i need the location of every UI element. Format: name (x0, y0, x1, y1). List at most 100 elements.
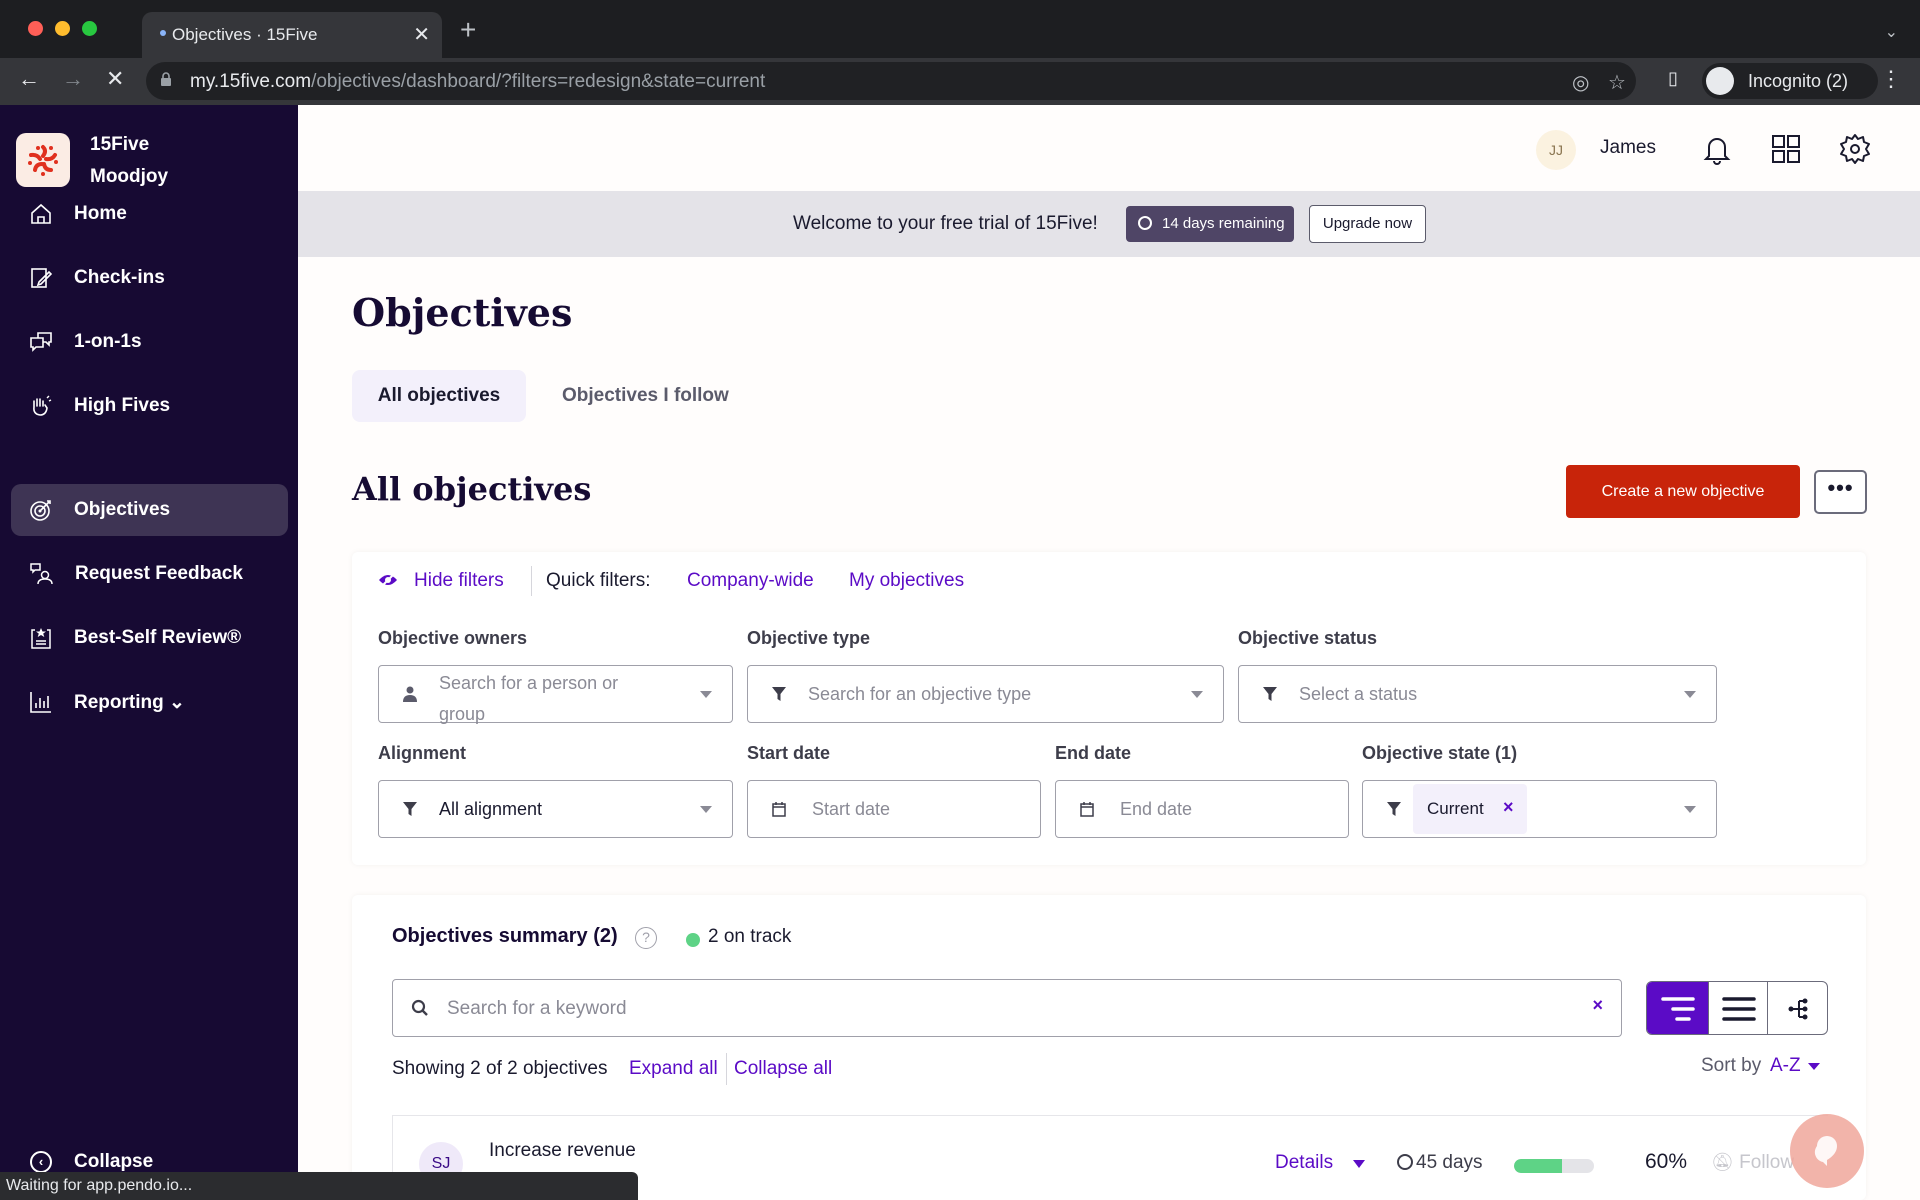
sidebar-item-check-ins[interactable]: Check-ins (11, 252, 288, 304)
end-date-placeholder: End date (1120, 799, 1193, 819)
upgrade-now-button[interactable]: Upgrade now (1309, 205, 1426, 243)
search-icon (411, 999, 428, 1016)
bell-off-icon: 🔕︎ (1711, 1152, 1734, 1172)
incognito-profile-button[interactable]: Incognito (2) (1702, 63, 1878, 99)
trial-days-badge: 14 days remaining (1126, 206, 1294, 242)
progress-percent: 60% (1645, 1150, 1688, 1173)
back-icon[interactable]: ← (18, 66, 40, 92)
clear-search-icon[interactable]: × (1592, 995, 1603, 1016)
on-track-count: 2 on track (708, 926, 792, 947)
state-label: Objective state (1) (1362, 743, 1518, 763)
pendo-help-bubble[interactable] (1790, 1114, 1864, 1188)
owners-placeholder: Search for a person or group (439, 673, 619, 724)
sidebar-item-high-fives[interactable]: High Fives (11, 380, 288, 432)
create-objective-button[interactable]: Create a new objective (1566, 465, 1800, 518)
sidebar-item-request-feedback[interactable]: Request Feedback (11, 548, 288, 600)
list-icon (1722, 997, 1756, 1021)
end-date-input[interactable]: End date (1055, 780, 1349, 838)
sidebar-item-label: 1-on-1s (74, 331, 142, 352)
more-options-button[interactable]: ••• (1814, 470, 1867, 514)
user-avatar[interactable]: JJ (1536, 130, 1576, 170)
stop-loading-icon[interactable]: ✕ (106, 66, 124, 92)
chat-bubbles-icon (30, 332, 52, 352)
forward-icon[interactable]: → (62, 66, 84, 92)
summary-title: Objectives summary (2) (392, 925, 618, 947)
person-icon (403, 686, 417, 702)
indented-list-icon (1661, 997, 1695, 1021)
caret-down-icon[interactable] (1353, 1160, 1365, 1168)
eye-off-icon[interactable]: ◎ (1572, 70, 1589, 95)
sidebar-item-objectives[interactable]: Objectives (11, 484, 288, 536)
minimize-window-button[interactable] (55, 21, 70, 36)
tab-close-icon[interactable]: ✕ (413, 22, 430, 47)
sidebar-item-label: Check-ins (74, 267, 165, 288)
owners-select[interactable]: Search for a person or group (378, 665, 733, 724)
alignment-value: All alignment (439, 799, 543, 819)
objective-type-select[interactable]: Search for an objective type (747, 665, 1224, 723)
clock-icon (1138, 216, 1152, 230)
browser-menu-icon[interactable]: ⋮ (1880, 66, 1902, 92)
tab-objectives-i-follow[interactable]: Objectives I follow (562, 370, 729, 422)
help-chat-icon (1814, 1136, 1837, 1166)
new-tab-button[interactable]: + (460, 16, 476, 44)
collapse-all-link[interactable]: Collapse all (734, 1058, 832, 1080)
tab-title: Objectives · 15Five (172, 25, 318, 44)
sidebar-item-reporting[interactable]: Reporting ⌄ (11, 676, 288, 728)
close-window-button[interactable] (28, 21, 43, 36)
user-name[interactable]: James (1600, 137, 1656, 159)
bell-icon[interactable] (1697, 129, 1737, 169)
objectives-summary-panel: Objectives summary (2) ? 2 on track Sear… (352, 895, 1866, 1200)
quick-filter-my-objectives[interactable]: My objectives (849, 570, 964, 592)
nested-list-view-button[interactable] (1647, 982, 1708, 1034)
bookmark-star-icon[interactable]: ☆ (1608, 70, 1626, 95)
progress-bar (1514, 1159, 1594, 1173)
apps-grid-icon[interactable] (1766, 129, 1806, 169)
side-panel-icon[interactable]: ▯ (1668, 68, 1678, 89)
sidebar-item-label: Reporting ⌄ (74, 692, 185, 713)
sidebar-item-best-self-review[interactable]: Best-Self Review® (11, 612, 288, 664)
browser-tab[interactable]: Objectives · 15Five ✕ (142, 12, 442, 58)
alignment-select[interactable]: All alignment (378, 780, 733, 838)
start-date-input[interactable]: Start date (747, 780, 1041, 838)
follow-button[interactable]: 🔕︎ Follow (1711, 1152, 1794, 1174)
flat-list-view-button[interactable] (1708, 982, 1768, 1034)
org-name: 15Five Moodjoy (90, 129, 168, 193)
feedback-person-icon (30, 563, 53, 585)
caret-down-icon[interactable] (1808, 1063, 1820, 1070)
tab-loading-icon (160, 30, 166, 36)
objective-state-select[interactable]: Current × (1362, 780, 1717, 838)
tab-strip: Objectives · 15Five ✕ + ⌄ (0, 0, 1920, 58)
address-bar[interactable]: my.15five.com/objectives/dashboard/?filt… (146, 62, 1636, 100)
details-dropdown[interactable]: Details (1275, 1152, 1333, 1174)
owners-label: Objective owners (378, 628, 528, 648)
view-mode-toggle (1646, 981, 1828, 1035)
remove-chip-icon[interactable]: × (1503, 797, 1514, 818)
maximize-window-button[interactable] (82, 21, 97, 36)
tree-view-button[interactable] (1768, 982, 1827, 1034)
filter-funnel-icon (1263, 687, 1277, 701)
15five-logo[interactable] (16, 133, 70, 187)
sidebar-item-label: Request Feedback (75, 563, 243, 584)
expand-all-link[interactable]: Expand all (629, 1058, 718, 1080)
objective-status-select[interactable]: Select a status (1238, 665, 1717, 723)
quick-filter-company-wide[interactable]: Company-wide (687, 570, 814, 592)
keyword-search-input[interactable]: Search for a keyword × (392, 979, 1622, 1037)
review-clipboard-icon (31, 628, 51, 649)
target-icon (30, 500, 51, 521)
incognito-icon (1706, 67, 1734, 95)
tab-search-chevron-icon[interactable]: ⌄ (1885, 22, 1898, 42)
trial-banner: Welcome to your free trial of 15Five! 14… (298, 191, 1920, 257)
chevron-left-circle-icon: ‹ (30, 1151, 52, 1173)
check-ins-icon (31, 268, 53, 288)
sidebar-item-1-on-1s[interactable]: 1-on-1s (11, 316, 288, 368)
help-question-icon[interactable]: ? (635, 927, 657, 949)
objective-title[interactable]: Increase revenue (489, 1140, 636, 1162)
sidebar-item-home[interactable]: Home (11, 188, 288, 240)
browser-chrome: Objectives · 15Five ✕ + ⌄ ← → ✕ my.15fiv… (0, 0, 1920, 105)
gear-icon[interactable] (1835, 129, 1875, 169)
status-label: Objective status (1238, 628, 1378, 648)
sort-dropdown[interactable]: A-Z (1770, 1055, 1801, 1077)
chevron-down-icon (700, 806, 712, 813)
tab-all-objectives[interactable]: All objectives (352, 370, 526, 422)
progress-bar-fill (1514, 1159, 1562, 1173)
